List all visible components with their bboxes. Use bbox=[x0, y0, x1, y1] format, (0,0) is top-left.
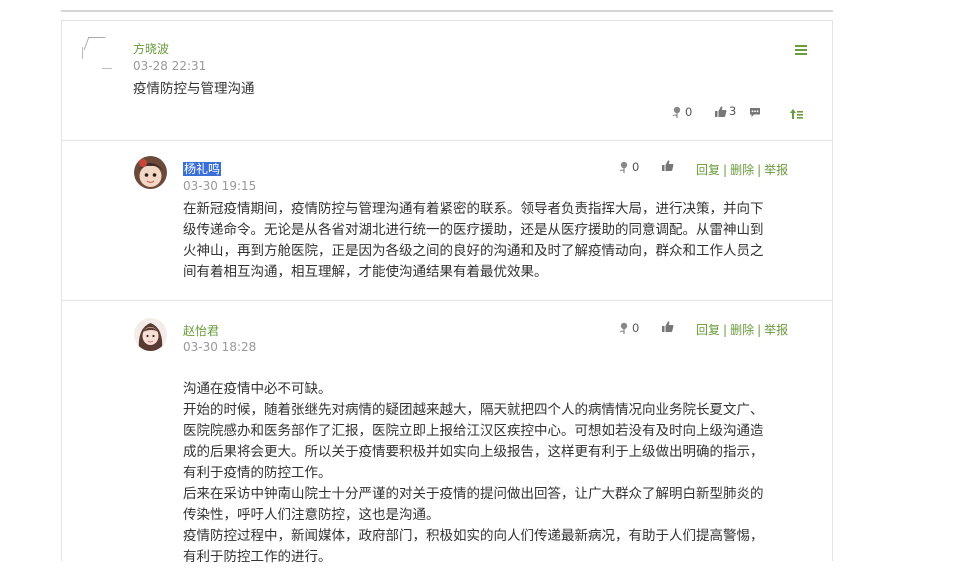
reply-body: 沟通在疫情中必不可缺。 开始的时候，随着张继先对病情的疑团越来越大，隔天就把四个… bbox=[183, 379, 764, 568]
post-time: 03-28 22:31 bbox=[133, 59, 207, 73]
post-author[interactable]: 方晓波 bbox=[133, 40, 169, 57]
separator: | bbox=[757, 323, 762, 337]
collapse-replies-button[interactable] bbox=[790, 109, 803, 119]
reply-line: 沟通在疫情中必不可缺。 bbox=[183, 381, 332, 397]
delete-link[interactable]: 删除 bbox=[730, 163, 754, 177]
reply-line: 有利于防控工作的进行。 bbox=[183, 549, 332, 565]
report-link[interactable]: 举报 bbox=[764, 163, 788, 177]
broken-avatar-image[interactable] bbox=[82, 35, 116, 69]
like-button[interactable] bbox=[661, 159, 674, 172]
comment-icon bbox=[750, 108, 760, 117]
comment-button[interactable] bbox=[749, 107, 761, 118]
avatar[interactable] bbox=[134, 318, 167, 351]
report-link[interactable]: 举报 bbox=[764, 323, 788, 337]
reply-line: 有利于疫情的防控工作。 bbox=[183, 465, 332, 481]
reply-author-name: 杨礼鸣 bbox=[183, 162, 222, 176]
reply-author[interactable]: 杨礼鸣 bbox=[183, 160, 222, 177]
thumbs-up-icon bbox=[662, 321, 674, 332]
reply-list-icon bbox=[790, 109, 803, 119]
reply-line: 火神山，再到方舱医院，正是因为各级之间的良好的沟通和及时了解疫情动向，群众和工作… bbox=[183, 243, 764, 259]
main-post: 方晓波 03-28 22:31 疫情防控与管理沟通 0 3 bbox=[62, 21, 832, 141]
like-button[interactable] bbox=[661, 320, 674, 333]
reply-line: 在新冠疫情期间，疫情防控与管理沟通有着紧密的联系。领导者负责指挥大局，进行决策，… bbox=[183, 201, 764, 217]
reply-line: 疫情防控过程中，新闻媒体，政府部门，积极如实的向人们传递最新病况，有助于人们提高… bbox=[183, 528, 764, 544]
separator: | bbox=[723, 323, 728, 337]
like-button[interactable]: 3 bbox=[714, 104, 736, 118]
reply-time: 03-30 18:28 bbox=[183, 340, 257, 354]
flower-count: 0 bbox=[632, 160, 640, 174]
flower-count: 0 bbox=[632, 321, 640, 335]
flower-icon bbox=[619, 322, 628, 334]
reply-body: 在新冠疫情期间，疫情防控与管理沟通有着紧密的联系。领导者负责指挥大局，进行决策，… bbox=[183, 199, 764, 283]
separator: | bbox=[757, 163, 762, 177]
reply-line: 级传递命令。无论是从各省对湖北进行统一的医疗援助，还是从医疗援助的同意调配。从雷… bbox=[183, 222, 764, 238]
reply-line: 开始的时候，随着张继先对病情的疑团越来越大，隔天就把四个人的病情情况向业务院长夏… bbox=[183, 402, 764, 418]
reply-line: 后来在采访中钟南山院士十分严谨的对关于疫情的提问做出回答，让广大群众了解明白新型… bbox=[183, 486, 764, 502]
reply-actions: 回复 | 删除 | 举报 bbox=[696, 321, 788, 338]
post-title: 疫情防控与管理沟通 bbox=[133, 81, 255, 97]
reply-author[interactable]: 赵怡君 bbox=[183, 322, 219, 339]
reply-actions: 回复 | 删除 | 举报 bbox=[696, 161, 788, 178]
reply-item: 杨礼鸣 03-30 19:15 0 回复 | 删除 | 举报 在新冠疫情期间，疫情防控与… bbox=[62, 141, 832, 301]
top-divider bbox=[61, 10, 833, 12]
flower-button[interactable]: 0 bbox=[618, 160, 639, 174]
flower-icon bbox=[619, 161, 628, 173]
flower-count: 0 bbox=[685, 105, 693, 119]
reply-line: 医院院感办和医务部作了汇报，医院立即上报给江汉区疾控中心。可想如若没有及时向上级… bbox=[183, 423, 764, 439]
reply-line: 成的后果将会更大。所以关于疫情要积极并如实向上级报告，这样更有利于上级做出明确的… bbox=[183, 444, 764, 460]
menu-icon[interactable] bbox=[795, 45, 807, 55]
flower-button[interactable]: 0 bbox=[671, 105, 692, 119]
comment-panel: 方晓波 03-28 22:31 疫情防控与管理沟通 0 3 杨礼鸣 03-30 … bbox=[61, 20, 833, 565]
reply-link[interactable]: 回复 bbox=[696, 323, 720, 337]
separator: | bbox=[723, 163, 728, 177]
reply-item: 赵怡君 03-30 18:28 0 回复 | 删除 | 举报 沟通在疫情中必不可缺。 开… bbox=[62, 301, 832, 571]
thumbs-up-icon bbox=[715, 105, 727, 117]
reply-time: 03-30 19:15 bbox=[183, 179, 257, 193]
like-count: 3 bbox=[729, 104, 737, 118]
flower-button[interactable]: 0 bbox=[618, 321, 639, 335]
delete-link[interactable]: 删除 bbox=[730, 323, 754, 337]
flower-icon bbox=[672, 106, 681, 118]
reply-line: 间有着相互沟通，相互理解，才能使沟通结果有着最优效果。 bbox=[183, 264, 548, 280]
reply-link[interactable]: 回复 bbox=[696, 163, 720, 177]
reply-line: 传染性，呼吁人们注意防控，这也是沟通。 bbox=[183, 507, 440, 523]
avatar[interactable] bbox=[134, 156, 167, 189]
thumbs-up-icon bbox=[662, 160, 674, 171]
